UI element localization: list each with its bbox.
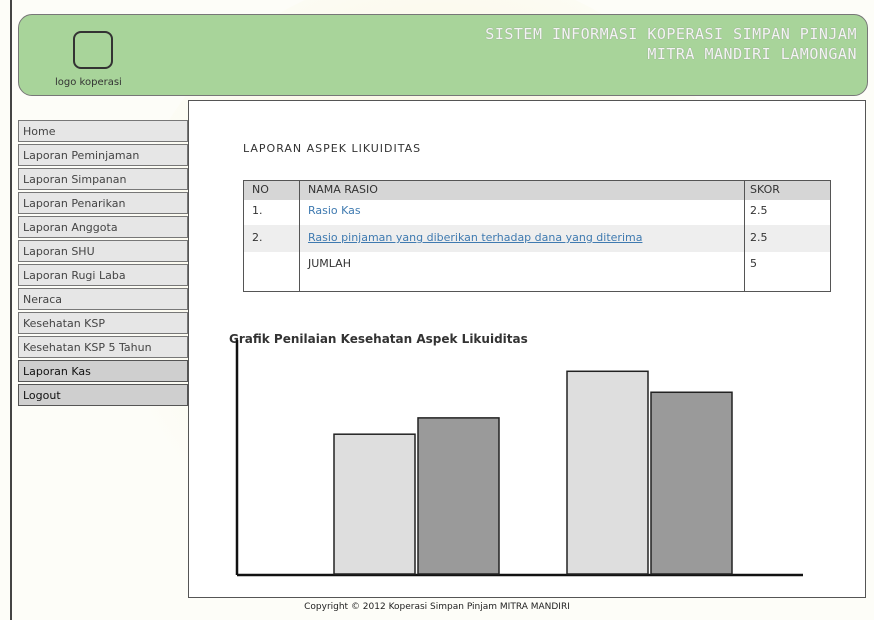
site-title-line1: SISTEM INFORMASI KOPERASI SIMPAN PINJAM [485, 25, 857, 43]
sidebar-item-logout[interactable]: Logout [18, 384, 188, 406]
main-content: LAPORAN ASPEK LIKUIDITAS NO NAMA RASIO S… [188, 100, 866, 598]
page-left-border [10, 0, 12, 620]
sidebar-item-home[interactable]: Home [18, 120, 188, 142]
sidebar-item-laporan-shu[interactable]: Laporan SHU [18, 240, 188, 262]
sidebar-item-laporan-simpanan[interactable]: Laporan Simpanan [18, 168, 188, 190]
chart-bar-group2-series1 [566, 370, 649, 575]
site-title-line2: MITRA MANDIRI LAMONGAN [647, 45, 857, 63]
logo-caption: logo koperasi [55, 77, 122, 88]
sidebar-nav: Home Laporan Peminjaman Laporan Simpanan… [18, 120, 188, 408]
chart-bar-group1-series2 [417, 417, 500, 575]
chart-bar-group2-series2 [650, 391, 733, 575]
sidebar-item-laporan-penarikan[interactable]: Laporan Penarikan [18, 192, 188, 214]
logo-placeholder [73, 31, 113, 69]
chart-bar-group1-series1 [333, 433, 416, 575]
sidebar-item-kesehatan-ksp[interactable]: Kesehatan KSP [18, 312, 188, 334]
liquidity-chart [235, 340, 803, 577]
sidebar-item-laporan-anggota[interactable]: Laporan Anggota [18, 216, 188, 238]
site-header: logo koperasi SISTEM INFORMASI KOPERASI … [18, 14, 868, 96]
footer-copyright: Copyright © 2012 Koperasi Simpan Pinjam … [304, 602, 570, 612]
sidebar-item-laporan-peminjaman[interactable]: Laporan Peminjaman [18, 144, 188, 166]
sidebar-item-laporan-rugi-laba[interactable]: Laporan Rugi Laba [18, 264, 188, 286]
sidebar-item-neraca[interactable]: Neraca [18, 288, 188, 310]
sidebar-item-kesehatan-ksp-5-tahun[interactable]: Kesehatan KSP 5 Tahun [18, 336, 188, 358]
sidebar-item-laporan-kas[interactable]: Laporan Kas [18, 360, 188, 382]
